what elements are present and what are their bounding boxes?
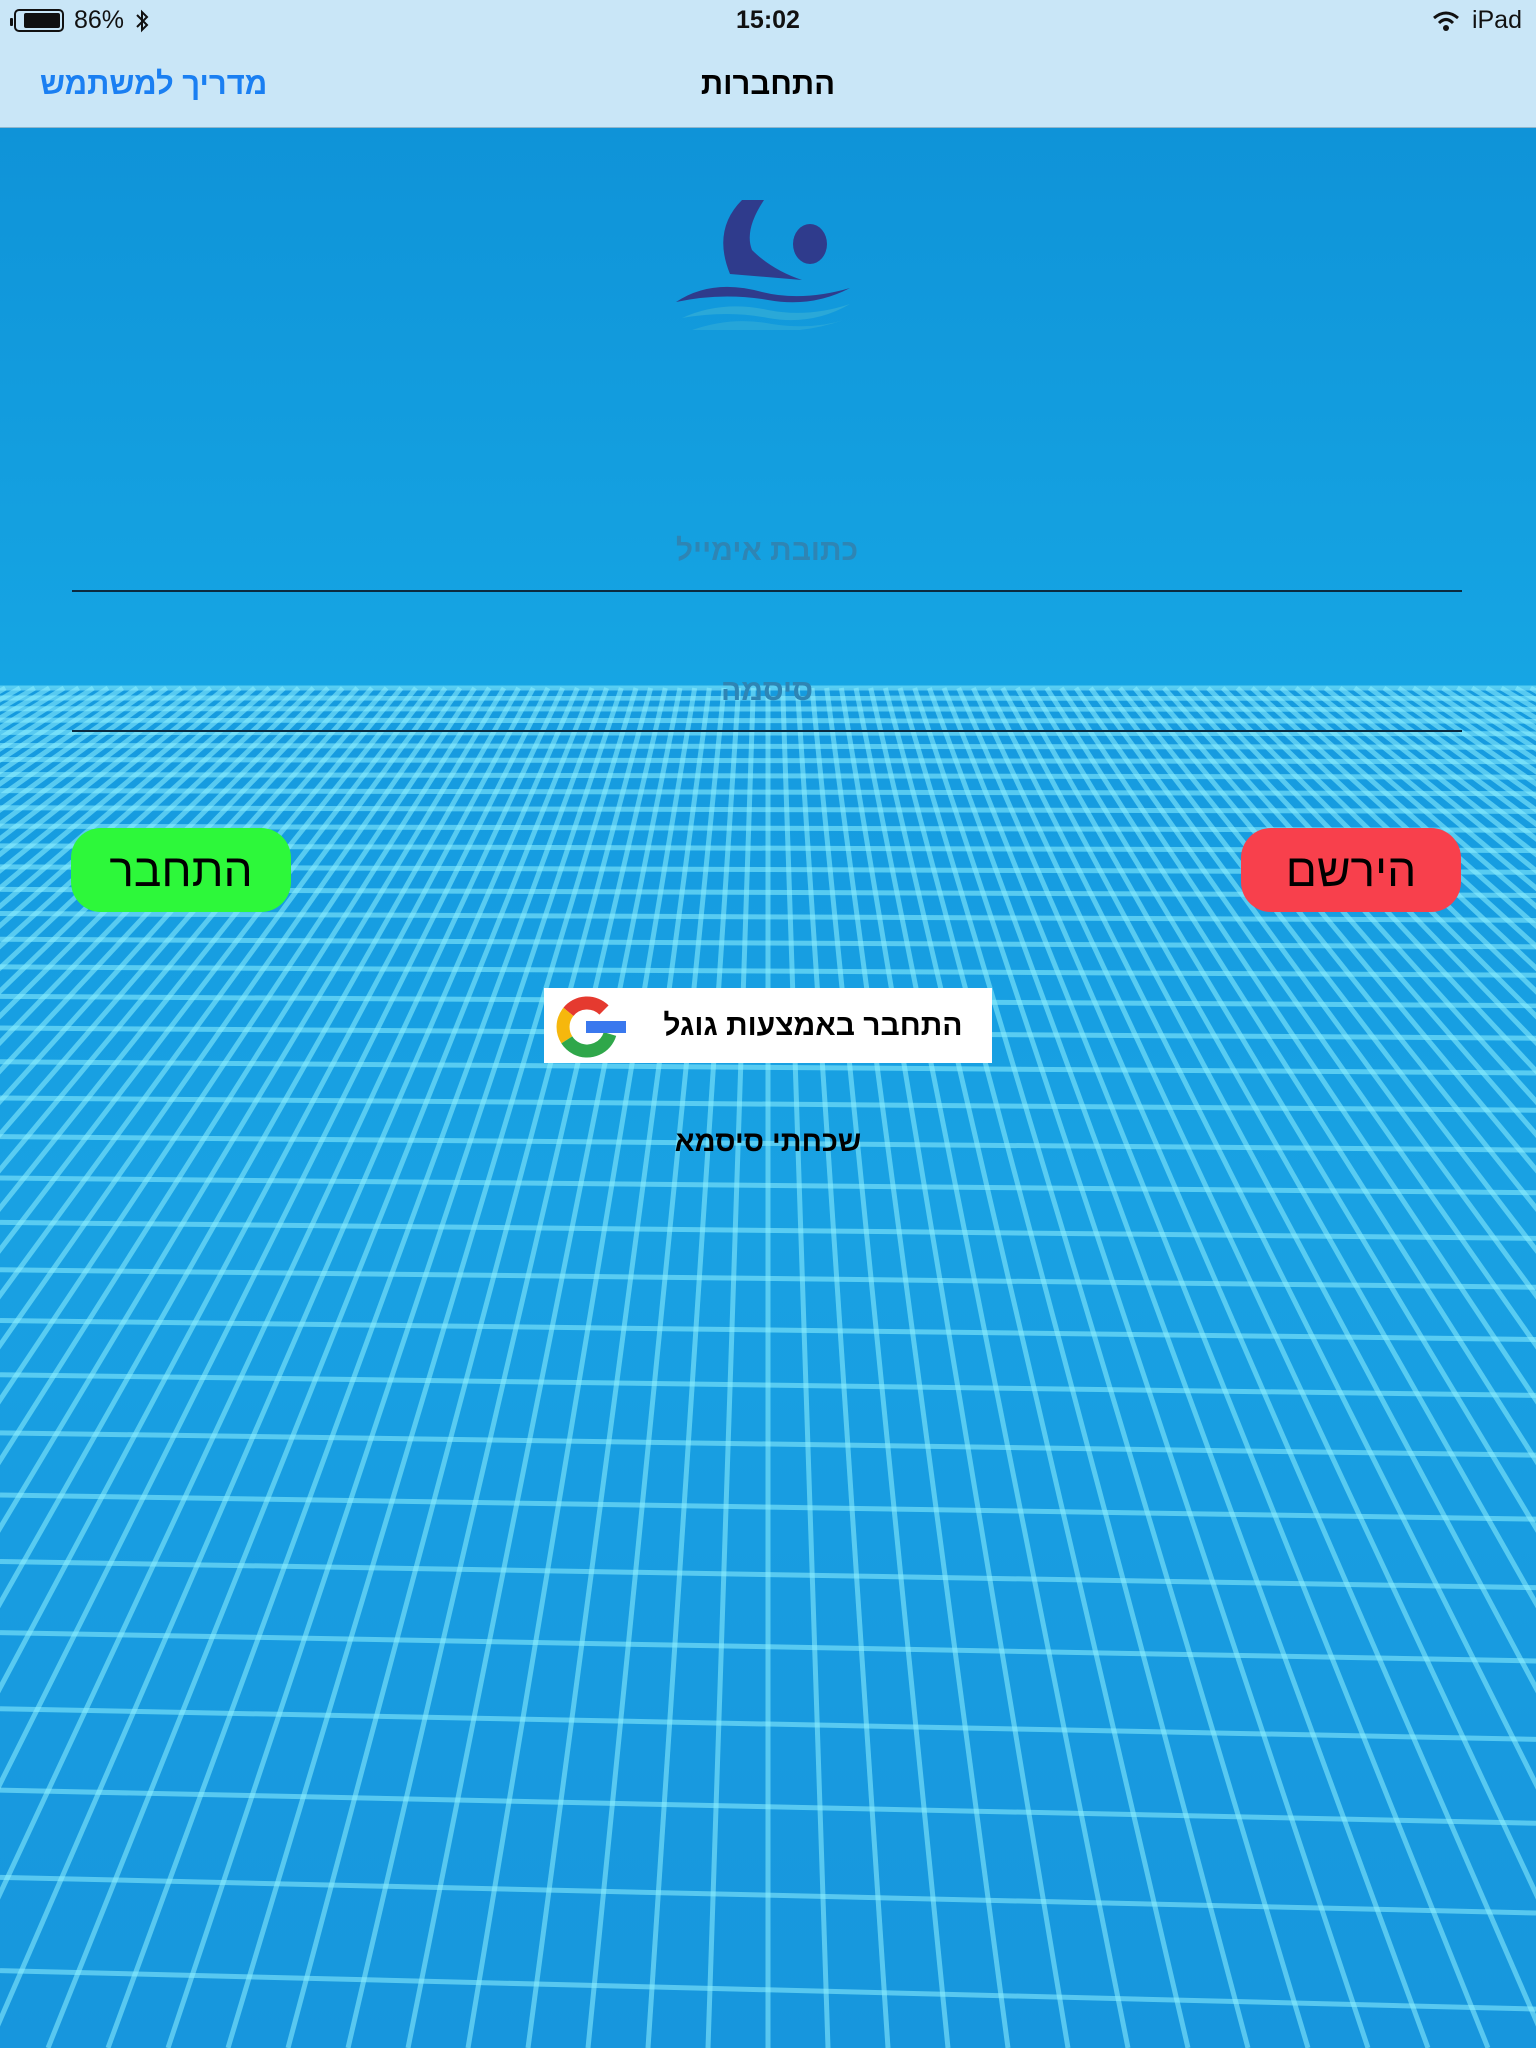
page-title: התחברות — [700, 66, 836, 101]
password-input[interactable] — [72, 652, 1462, 730]
email-field-container — [72, 512, 1462, 592]
status-bar: 86% 15:02 iPad — [0, 0, 1536, 40]
email-input[interactable] — [72, 512, 1462, 590]
status-time: 15:02 — [736, 6, 800, 34]
status-right: iPad — [1432, 6, 1522, 35]
app-logo — [672, 190, 856, 331]
login-button[interactable]: התחבר — [71, 828, 291, 912]
google-g-icon — [544, 988, 634, 1063]
navigation-bar: 86% 15:02 iPad מדריך למשתמש התחברות — [0, 0, 1536, 128]
pool-background — [0, 128, 1536, 2048]
google-login-label: התחבר באמצעות גוגל — [663, 1008, 963, 1042]
forgot-password-link[interactable]: שכחתי סיסמא — [0, 1126, 1536, 1159]
device-name: iPad — [1471, 6, 1522, 34]
swimmer-logo-icon — [676, 200, 850, 331]
password-field-container — [72, 652, 1462, 732]
wifi-icon — [1432, 11, 1459, 31]
pool-tiles-graphic — [0, 685, 1536, 2048]
register-button[interactable]: הירשם — [1241, 828, 1461, 912]
google-login-button[interactable]: התחבר באמצעות גוגל — [544, 988, 992, 1063]
